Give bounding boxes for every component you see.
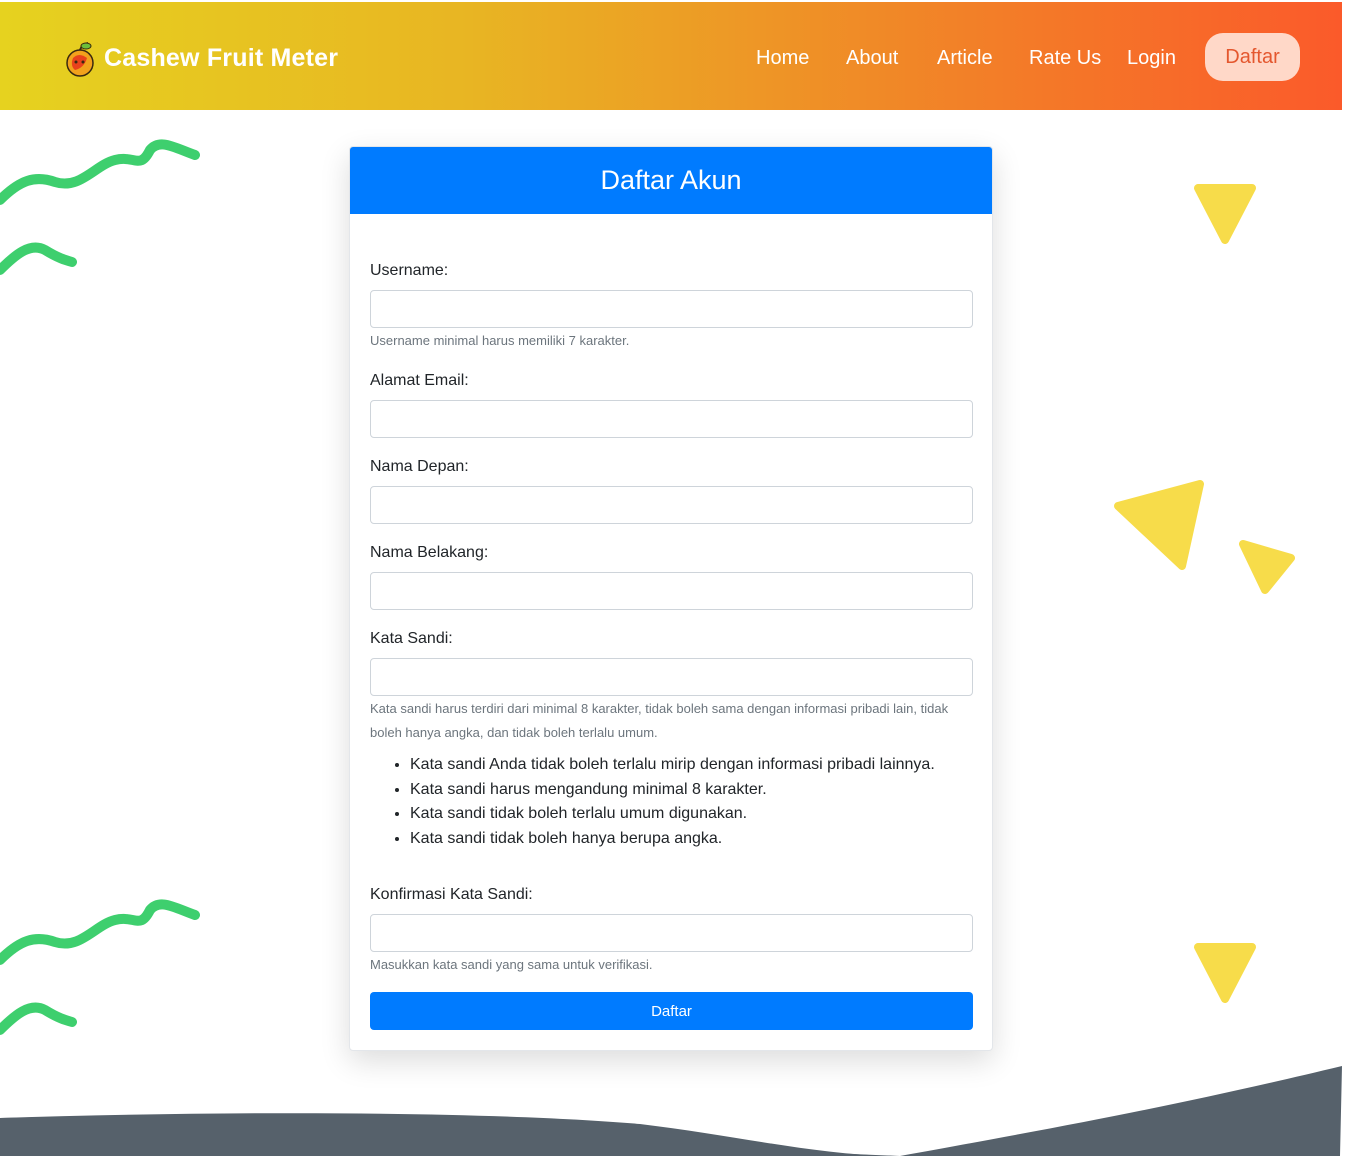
navbar: Cashew Fruit Meter Home About Article Ra… (0, 2, 1342, 110)
nav-home[interactable]: Home (756, 47, 809, 70)
confirm-password-input[interactable] (370, 914, 973, 952)
card-title: Daftar Akun (350, 147, 992, 214)
cashew-fruit-icon (66, 42, 94, 77)
confirm-password-help: Masukkan kata sandi yang sama untuk veri… (370, 957, 653, 972)
yellow-triangle-small (1239, 540, 1295, 594)
brand[interactable]: Cashew Fruit Meter (64, 38, 338, 78)
password-label: Kata Sandi: (370, 630, 453, 647)
confirm-password-label: Konfirmasi Kata Sandi: (370, 886, 533, 903)
yellow-triangle-top (1194, 184, 1256, 244)
nav-article[interactable]: Article (937, 47, 993, 70)
first-name-input[interactable] (370, 486, 973, 524)
green-wave-decoration-bottom (0, 899, 200, 1035)
username-input[interactable] (370, 290, 973, 328)
email-input[interactable] (370, 400, 973, 438)
password-help: Kata sandi harus terdiri dari minimal 8 … (370, 701, 949, 740)
list-item: Kata sandi tidak boleh hanya berupa angk… (410, 827, 935, 852)
username-label: Username: (370, 262, 449, 279)
green-wave-decoration-top (0, 139, 200, 275)
brand-name: Cashew Fruit Meter (104, 43, 339, 72)
yellow-triangle-large (1114, 480, 1204, 570)
first-name-label: Nama Depan: (370, 458, 469, 475)
username-help: Username minimal harus memiliki 7 karakt… (370, 333, 630, 348)
submit-register-button[interactable]: Daftar (370, 992, 973, 1030)
list-item: Kata sandi harus mengandung minimal 8 ka… (410, 778, 935, 803)
email-label: Alamat Email: (370, 372, 469, 389)
nav-register-button[interactable]: Daftar (1205, 33, 1300, 81)
nav-login[interactable]: Login (1127, 47, 1176, 70)
nav-rate-us[interactable]: Rate Us (1029, 47, 1101, 70)
password-rules-list: Kata sandi Anda tidak boleh terlalu miri… (390, 753, 935, 851)
yellow-triangle-bottom (1194, 943, 1256, 1003)
list-item: Kata sandi Anda tidak boleh terlalu miri… (410, 753, 935, 778)
password-input[interactable] (370, 658, 973, 696)
footer-wave (0, 1066, 1342, 1156)
last-name-input[interactable] (370, 572, 973, 610)
list-item: Kata sandi tidak boleh terlalu umum digu… (410, 802, 935, 827)
nav-about[interactable]: About (846, 47, 898, 70)
last-name-label: Nama Belakang: (370, 544, 489, 561)
register-card: Daftar Akun Username: Username minimal h… (349, 146, 993, 1051)
